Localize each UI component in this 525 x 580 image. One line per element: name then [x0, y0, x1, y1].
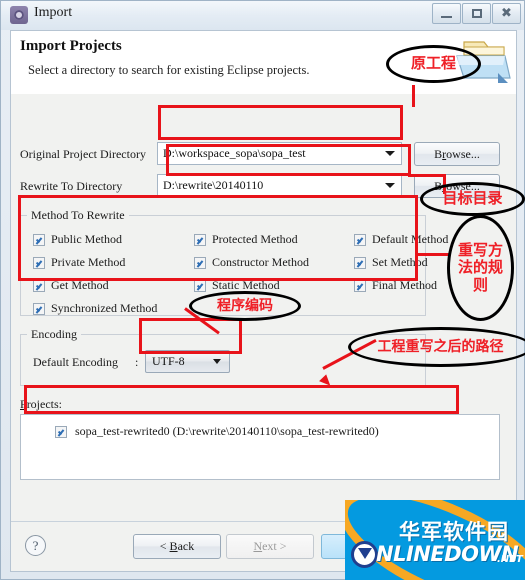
projects-listbox[interactable]: sopa_test-rewrited0 (D:\rewrite\20140110…: [20, 414, 500, 480]
rewrite-to-directory-value: D:\rewrite\20140110: [163, 178, 264, 192]
list-item[interactable]: sopa_test-rewrited0 (D:\rewrite\20140110…: [55, 424, 379, 439]
default-encoding-label: Default Encoding: [33, 355, 118, 369]
anno-rewrite-rules: 重写方法的规则: [447, 215, 514, 321]
connector-target-directory: [408, 174, 446, 177]
import-dialog-window: Import ✖ Import Projects Select a direct…: [0, 0, 525, 580]
page-title: Import Projects: [20, 38, 122, 54]
default-encoding-value: UTF-8: [152, 354, 185, 368]
checkbox-box: [33, 279, 45, 292]
chevron-down-icon: [385, 183, 395, 188]
minimize-button[interactable]: [432, 3, 461, 24]
default-encoding-separator: :: [135, 355, 139, 369]
encoding-group-title: Encoding: [27, 327, 81, 342]
anno-target-directory: 目标目录: [420, 182, 525, 216]
window-titlebar: Import ✖: [1, 1, 524, 30]
watermark-tld: .NET: [497, 554, 523, 565]
watermark-onlinedown: 华军软件园 NLINEDOWN .NET: [345, 500, 525, 580]
highlight-box-original-directory: [158, 105, 403, 140]
next-button: Next >: [226, 534, 314, 559]
checkbox-box: [354, 279, 366, 292]
project-item-label: sopa_test-rewrited0 (D:\rewrite\20140110…: [75, 424, 379, 438]
back-button[interactable]: < Back: [133, 534, 221, 559]
gear-icon: [10, 6, 28, 24]
highlight-box-project-row: [24, 385, 459, 414]
connector-original-project: [412, 85, 415, 107]
window-controls: ✖: [431, 3, 521, 24]
screenshot-root: Import ✖ Import Projects Select a direct…: [0, 0, 525, 580]
window-title: Import: [34, 5, 73, 20]
rewrite-to-directory-combo[interactable]: D:\rewrite\20140110: [157, 174, 402, 197]
chevron-down-icon: [213, 359, 221, 364]
connector-rewrite-rules: [415, 253, 450, 256]
checkbox-box: [55, 425, 67, 438]
anno-original-project: 原工程: [386, 45, 481, 83]
page-subtitle: Select a directory to search for existin…: [28, 63, 310, 77]
highlight-box-method-group: [18, 195, 418, 281]
close-button[interactable]: ✖: [492, 3, 521, 24]
download-arrow-icon: [358, 548, 372, 559]
highlight-box-encoding: [139, 318, 242, 354]
original-project-directory-label: Original Project Directory: [20, 147, 146, 161]
anno-program-encoding: 程序编码: [189, 291, 301, 321]
help-button[interactable]: ?: [25, 535, 46, 556]
checkbox-label: Synchronized Method: [51, 301, 158, 315]
rewrite-to-directory-label: Rewrite To Directory: [20, 179, 123, 193]
checkbox-synchronized-method[interactable]: Synchronized Method: [33, 301, 157, 316]
maximize-button[interactable]: [462, 3, 491, 24]
checkbox-box: [33, 302, 45, 315]
anno-rewritten-path: 工程重写之后的路径: [348, 327, 525, 367]
checkbox-box: [194, 279, 206, 292]
highlight-box-rewrite-directory: [166, 144, 411, 176]
browse-button-original[interactable]: Browse...: [414, 142, 500, 166]
